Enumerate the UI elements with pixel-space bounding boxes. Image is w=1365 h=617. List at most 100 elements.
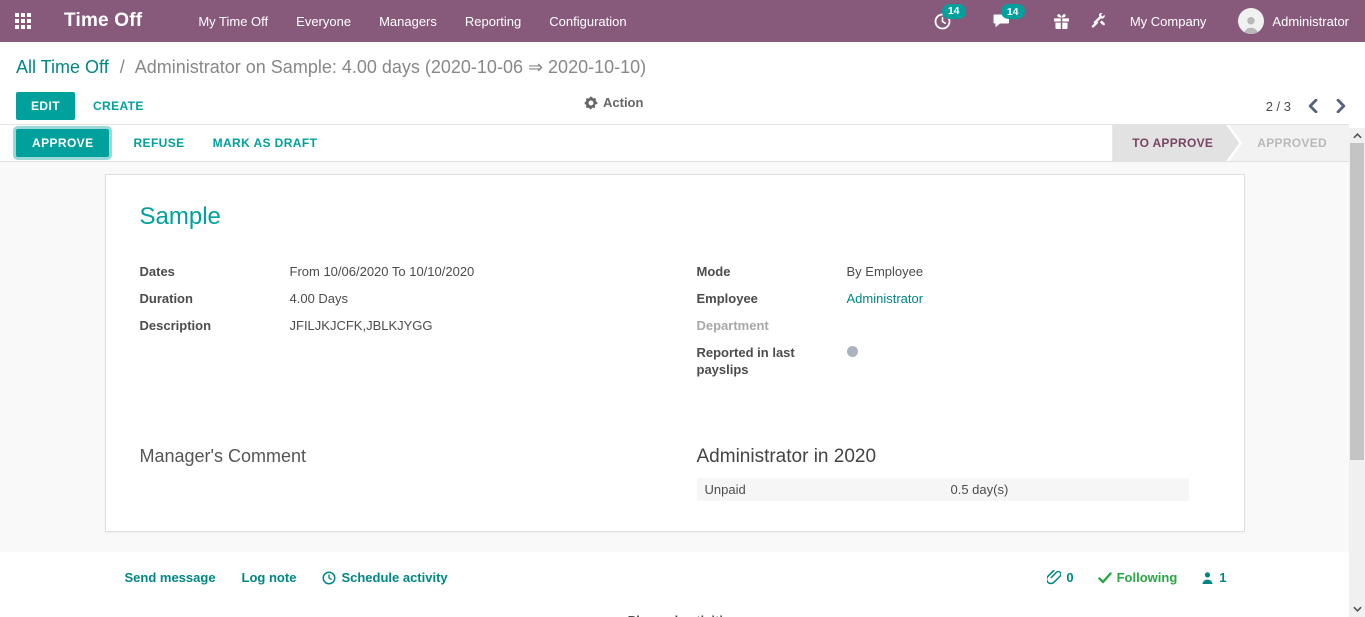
field-department: Department <box>697 317 1210 334</box>
pager-next-button[interactable] <box>1334 97 1349 115</box>
vertical-scrollbar[interactable] <box>1349 128 1365 617</box>
chatter: Send message Log note Schedule activity … <box>0 552 1349 617</box>
chatter-inner: Send message Log note Schedule activity … <box>105 570 1245 617</box>
activities-count-badge: 14 <box>942 4 966 19</box>
attachments-count: 0 <box>1066 570 1073 585</box>
check-icon <box>1098 572 1112 584</box>
chatter-tools: 0 Following 1 <box>1047 570 1226 585</box>
employee-value-link[interactable]: Administrator <box>847 290 924 307</box>
person-icon <box>1241 14 1261 34</box>
schedule-activity-label: Schedule activity <box>341 570 447 585</box>
status-pipeline: TO APPROVE APPROVED <box>1112 125 1349 161</box>
attachments-button[interactable]: 0 <box>1047 570 1073 585</box>
send-message-button[interactable]: Send message <box>125 570 216 585</box>
follower-person-icon <box>1201 571 1214 584</box>
log-note-button[interactable]: Log note <box>242 570 297 585</box>
rewards-button[interactable] <box>1047 9 1076 34</box>
create-button[interactable]: CREATE <box>83 92 154 120</box>
messages-button[interactable]: 14 <box>987 9 1039 33</box>
duration-label: Duration <box>140 290 290 307</box>
lower-section: Manager's Comment Administrator in 2020 … <box>140 446 1210 501</box>
summary-title: Administrator in 2020 <box>697 446 1210 468</box>
schedule-clock-icon <box>322 571 336 585</box>
following-label: Following <box>1117 570 1178 585</box>
refuse-button[interactable]: REFUSE <box>123 129 194 157</box>
app-brand-title[interactable]: Time Off <box>64 10 142 32</box>
paperclip-icon <box>1047 570 1061 585</box>
followers-count: 1 <box>1219 570 1226 585</box>
gift-icon <box>1053 13 1070 30</box>
user-menu[interactable]: Administrator <box>1224 8 1349 34</box>
dates-value: From 10/06/2020 To 10/10/2020 <box>290 263 475 280</box>
breadcrumb-current: Administrator on Sample: 4.00 days (2020… <box>135 57 646 77</box>
breadcrumb-separator: / <box>114 57 131 77</box>
apps-menu-button[interactable] <box>12 10 34 32</box>
pager-previous-button[interactable] <box>1305 97 1320 115</box>
menu-item-configuration[interactable]: Configuration <box>539 10 636 33</box>
managers-comment-section: Manager's Comment <box>140 446 653 501</box>
mode-label: Mode <box>697 263 847 280</box>
breadcrumb-all-time-off[interactable]: All Time Off <box>16 57 109 77</box>
menu-item-reporting[interactable]: Reporting <box>455 10 531 33</box>
chatter-toolbar: Send message Log note Schedule activity … <box>125 570 1227 585</box>
field-dates: Dates From 10/06/2020 To 10/10/2020 <box>140 263 653 280</box>
dates-label: Dates <box>140 263 290 280</box>
field-duration: Duration 4.00 Days <box>140 290 653 307</box>
field-column-left: Dates From 10/06/2020 To 10/10/2020 Dura… <box>140 263 653 388</box>
table-row: Unpaid 0.5 day(s) <box>697 478 1189 501</box>
leave-summary-section: Administrator in 2020 Unpaid 0.5 day(s) <box>697 446 1210 501</box>
summary-table: Unpaid 0.5 day(s) <box>697 478 1189 501</box>
form-content-area: Sample Dates From 10/06/2020 To 10/10/20… <box>0 162 1349 552</box>
approve-button[interactable]: APPROVE <box>16 129 109 157</box>
tools-icon <box>1090 13 1106 29</box>
scroll-down-arrow[interactable] <box>1349 602 1365 616</box>
planned-activities-separator: Planned activities <box>125 613 1227 617</box>
menu-item-everyone[interactable]: Everyone <box>286 10 361 33</box>
department-label: Department <box>697 317 847 334</box>
field-reported-in-payslips: Reported in last payslips <box>697 344 1210 378</box>
messages-count-badge: 14 <box>1001 4 1025 19</box>
pager: 2 / 3 <box>1266 97 1349 115</box>
managers-comment-title: Manager's Comment <box>140 446 653 467</box>
payslips-checkbox <box>847 346 858 357</box>
field-description: Description JFILJKJCFK,JBLKJYGG <box>140 317 653 334</box>
mode-value: By Employee <box>847 263 924 280</box>
apps-grid-icon <box>15 13 31 29</box>
followers-button[interactable]: 1 <box>1201 570 1226 585</box>
statusbar-row: APPROVE REFUSE MARK AS DRAFT TO APPROVE … <box>0 124 1349 162</box>
payslips-label: Reported in last payslips <box>697 344 847 378</box>
edit-button[interactable]: EDIT <box>16 92 75 120</box>
planned-activities-toggle[interactable]: Planned activities <box>602 613 750 617</box>
action-menu-button[interactable]: Action <box>584 95 643 110</box>
summary-type-cell: Unpaid <box>697 478 943 501</box>
description-value: JFILJKJCFK,JBLKJYGG <box>290 317 433 334</box>
following-button[interactable]: Following <box>1098 570 1178 585</box>
pager-value: 2 / 3 <box>1266 99 1291 114</box>
timeoff-form-page: Time Off My Time Off Everyone Managers R… <box>0 0 1365 617</box>
status-step-to-approve[interactable]: TO APPROVE <box>1112 125 1239 161</box>
duration-value: 4.00 Days <box>290 290 349 307</box>
menu-item-my-time-off[interactable]: My Time Off <box>188 10 278 33</box>
record-title: Sample <box>140 203 1210 231</box>
navbar-systray: 14 14 My Company Administrator <box>928 8 1349 34</box>
form-view: APPROVE REFUSE MARK AS DRAFT TO APPROVE … <box>0 124 1349 617</box>
breadcrumb: All Time Off / Administrator on Sample: … <box>0 42 1365 84</box>
activities-button[interactable]: 14 <box>928 9 979 34</box>
top-navbar: Time Off My Time Off Everyone Managers R… <box>0 0 1365 42</box>
main-menu: My Time Off Everyone Managers Reporting … <box>188 10 636 33</box>
mark-as-draft-button[interactable]: MARK AS DRAFT <box>203 129 328 157</box>
schedule-activity-button[interactable]: Schedule activity <box>322 570 447 585</box>
menu-item-managers[interactable]: Managers <box>369 10 447 33</box>
control-panel: EDIT CREATE Action 2 / 3 <box>0 84 1365 124</box>
chevron-right-icon <box>1336 99 1347 113</box>
form-sheet: Sample Dates From 10/06/2020 To 10/10/20… <box>105 174 1245 532</box>
debug-tools-button[interactable] <box>1084 9 1112 33</box>
company-switcher[interactable]: My Company <box>1120 14 1217 29</box>
field-column-right: Mode By Employee Employee Administrator … <box>697 263 1210 388</box>
gear-icon <box>584 96 598 110</box>
scroll-up-arrow[interactable] <box>1349 129 1365 143</box>
status-step-approved[interactable]: APPROVED <box>1229 125 1349 161</box>
scrollbar-thumb[interactable] <box>1350 143 1364 460</box>
field-group: Dates From 10/06/2020 To 10/10/2020 Dura… <box>140 263 1210 388</box>
description-label: Description <box>140 317 290 334</box>
